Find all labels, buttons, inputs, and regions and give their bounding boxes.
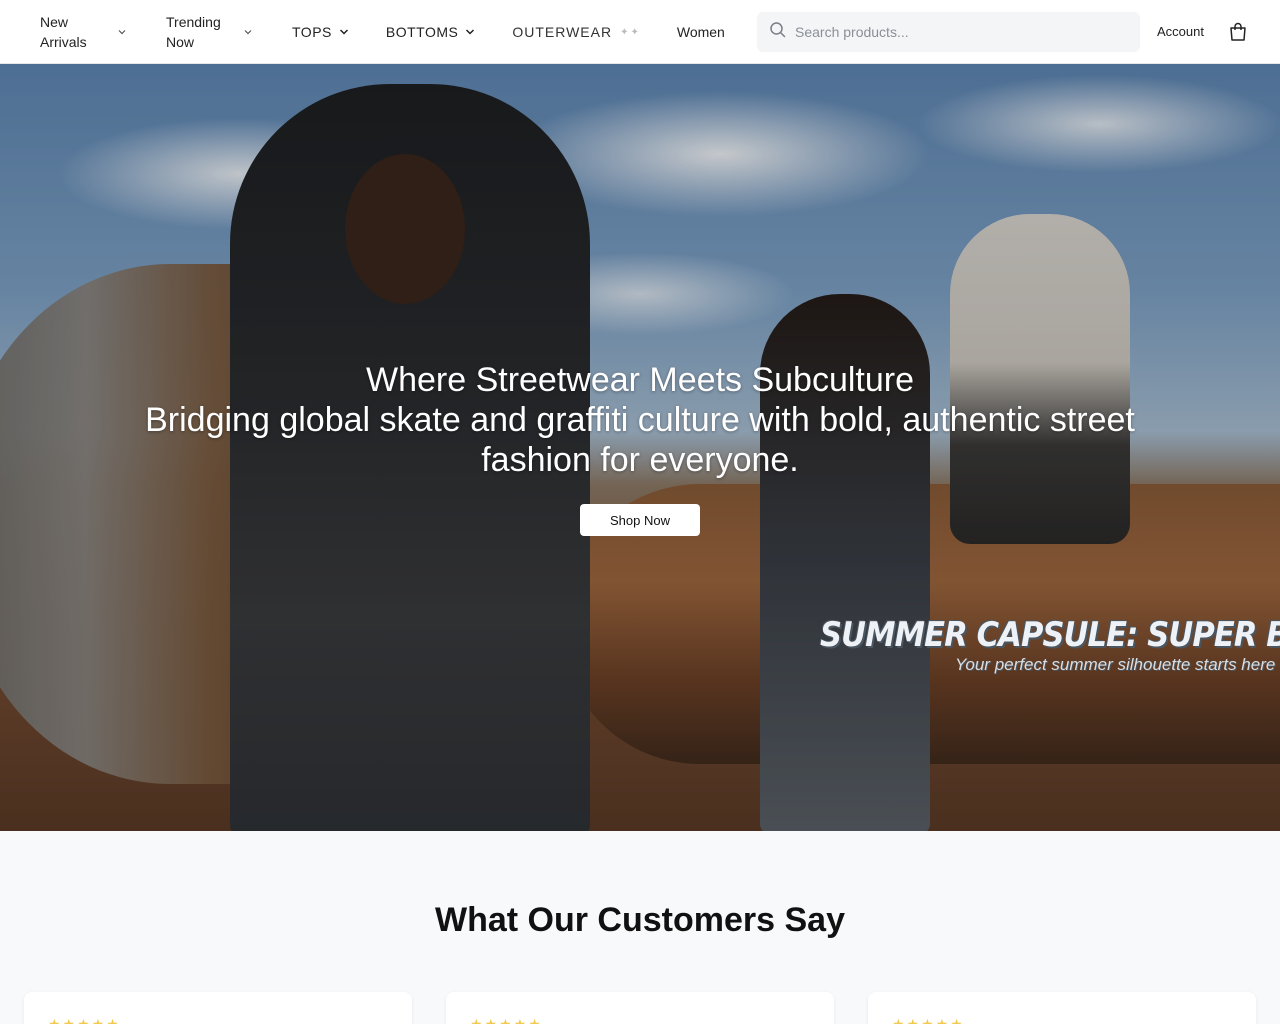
search-icon — [769, 21, 787, 44]
testimonial-card: ★★★★★ — [24, 992, 412, 1024]
account-link[interactable]: Account — [1157, 24, 1204, 39]
capsule-title: SUMMER CAPSULE: SUPER BOX — [820, 615, 1280, 655]
nav-item-tops[interactable]: TOPS — [292, 24, 350, 40]
testimonials-section: What Our Customers Say ★★★★★ ★★★★★ ★★★★★ — [0, 831, 1280, 1024]
nav-item-label: BOTTOMS — [385, 24, 459, 40]
testimonial-card: ★★★★★ — [446, 992, 834, 1024]
nav-item-label: New Arrivals — [40, 14, 87, 50]
chevron-down-icon — [338, 26, 350, 38]
shop-now-button[interactable]: Shop Now — [580, 504, 700, 536]
chevron-down-icon — [464, 26, 476, 38]
star-rating: ★★★★★ — [48, 1016, 121, 1024]
search-input[interactable] — [795, 24, 1115, 40]
search-bar[interactable] — [757, 12, 1140, 52]
sparkle-icon: ✦✦ — [620, 26, 641, 38]
shopping-bag-icon[interactable] — [1229, 22, 1247, 42]
hero-banner: Where Streetwear Meets Subculture Bridgi… — [0, 64, 1280, 831]
section-title: What Our Customers Say — [435, 901, 845, 939]
nav-item-label: OUTERWEAR — [512, 24, 613, 40]
nav-item-label: TOPS — [292, 24, 332, 40]
site-header: New Arrivals Trending Now TOPS BOTTOMS O… — [0, 0, 1280, 64]
chevron-down-icon — [242, 26, 254, 38]
nav-item-trending-now[interactable]: Trending Now — [166, 12, 254, 52]
nav-item-label: Women — [676, 24, 725, 40]
nav-item-label: Trending Now — [166, 14, 221, 50]
hero-subtitle: Bridging global skate and graffiti cultu… — [145, 401, 1135, 479]
nav-item-new-arrivals[interactable]: New Arrivals — [40, 12, 128, 52]
capsule-subtitle: Your perfect summer silhouette starts he… — [955, 655, 1276, 674]
chevron-down-icon — [116, 26, 128, 38]
hero-title: Where Streetwear Meets Subculture — [365, 361, 915, 399]
nav-item-bottoms[interactable]: BOTTOMS — [386, 24, 476, 40]
star-rating: ★★★★★ — [892, 1016, 965, 1024]
nav-item-outerwear[interactable]: OUTERWEAR ✦✦ — [512, 24, 641, 40]
star-rating: ★★★★★ — [470, 1016, 543, 1024]
testimonial-card: ★★★★★ — [868, 992, 1256, 1024]
main-nav: New Arrivals Trending Now TOPS BOTTOMS O… — [40, 0, 761, 64]
nav-item-women[interactable]: Women — [677, 24, 725, 40]
